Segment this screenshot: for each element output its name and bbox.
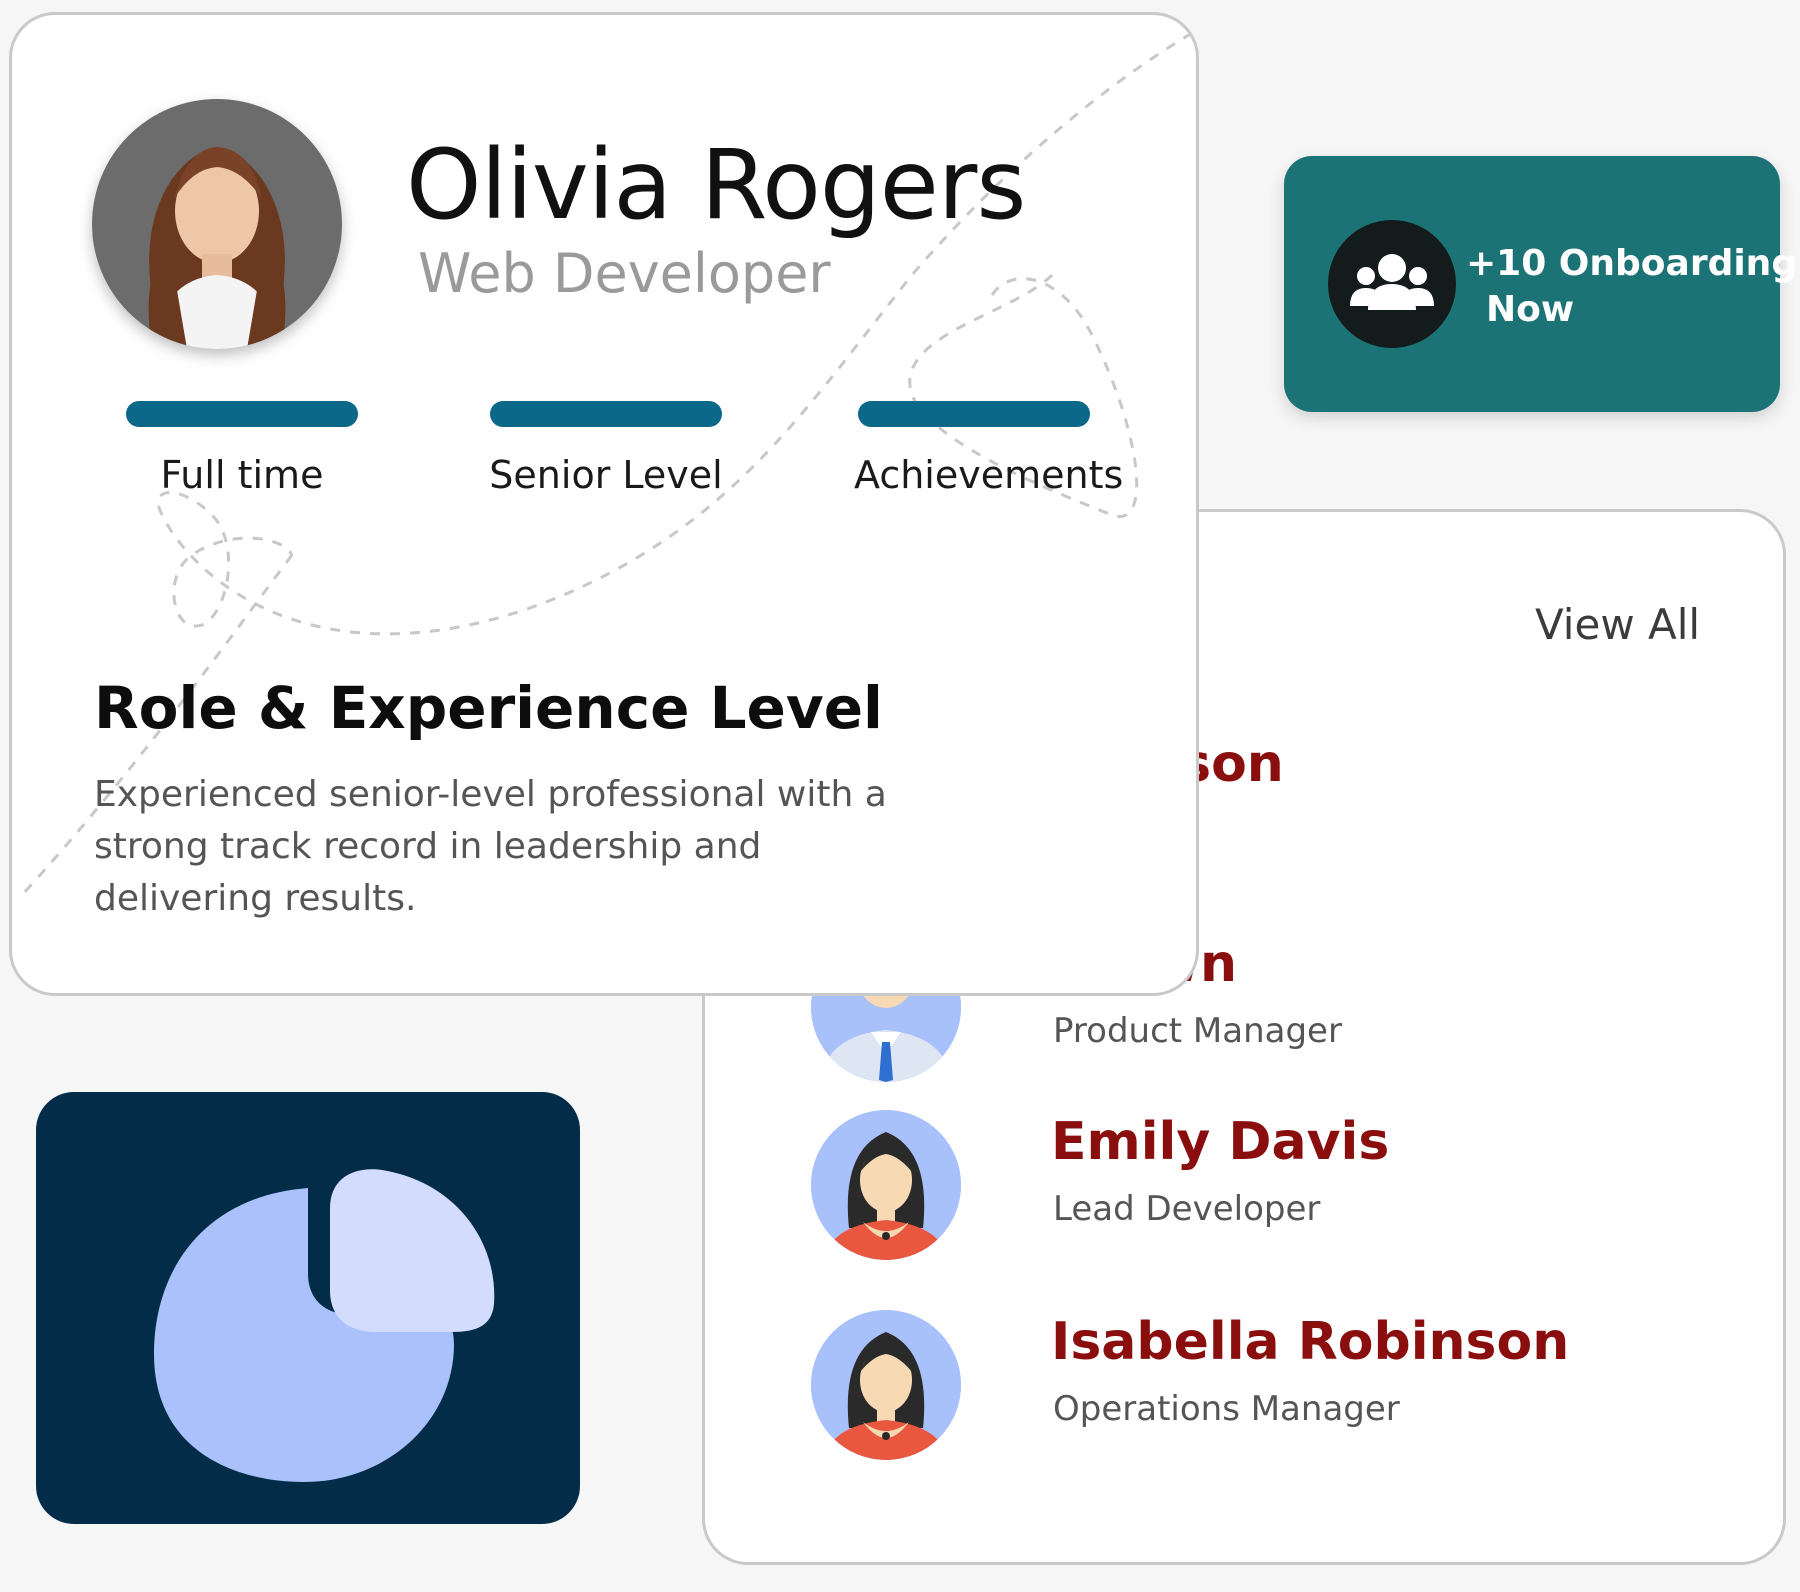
female-avatar-icon xyxy=(811,1310,961,1460)
tag-label: Full time xyxy=(160,453,324,497)
view-all-link[interactable]: View All xyxy=(1535,604,1700,646)
tag-senior-level: Senior Level xyxy=(486,401,726,497)
member-role: Product Manager xyxy=(1053,1011,1342,1051)
onboarding-badge[interactable]: +10 Onboarding Now xyxy=(1284,156,1797,412)
team-member-row[interactable]: Emily Davis Lead Developer xyxy=(705,1110,1783,1270)
role-experience-description: Experienced senior-level professional wi… xyxy=(94,774,887,919)
profile-name: Olivia Rogers xyxy=(406,129,1026,241)
profile-job-title: Web Developer xyxy=(418,242,831,305)
tag-label: Achievements xyxy=(854,453,1124,497)
role-experience-heading: Role & Experience Level xyxy=(94,674,883,742)
member-name: Isabella Robinson xyxy=(1051,1312,1570,1372)
pie-chart-tile[interactable] xyxy=(36,1092,580,1524)
onboarding-status-text: Now xyxy=(1486,289,1575,330)
member-role: Operations Manager xyxy=(1053,1389,1400,1429)
pie-chart-icon xyxy=(154,1169,495,1482)
member-name: Emily Davis xyxy=(1051,1112,1390,1172)
tag-full-time: Full time xyxy=(122,401,362,497)
tag-label: Senior Level xyxy=(489,453,723,497)
group-icon xyxy=(1328,220,1456,348)
tag-bar xyxy=(858,401,1090,427)
female-avatar-icon xyxy=(811,1110,961,1260)
profile-card: Olivia Rogers Web Developer Full time Se… xyxy=(9,12,1199,996)
onboarding-count-text: +10 Onboarding xyxy=(1466,243,1798,284)
member-role: Lead Developer xyxy=(1053,1189,1321,1229)
team-member-row[interactable]: Isabella Robinson Operations Manager xyxy=(705,1310,1783,1470)
profile-photo xyxy=(92,99,342,349)
tag-achievements: Achievements xyxy=(854,401,1124,497)
tag-bar xyxy=(126,401,358,427)
tag-bar xyxy=(490,401,722,427)
